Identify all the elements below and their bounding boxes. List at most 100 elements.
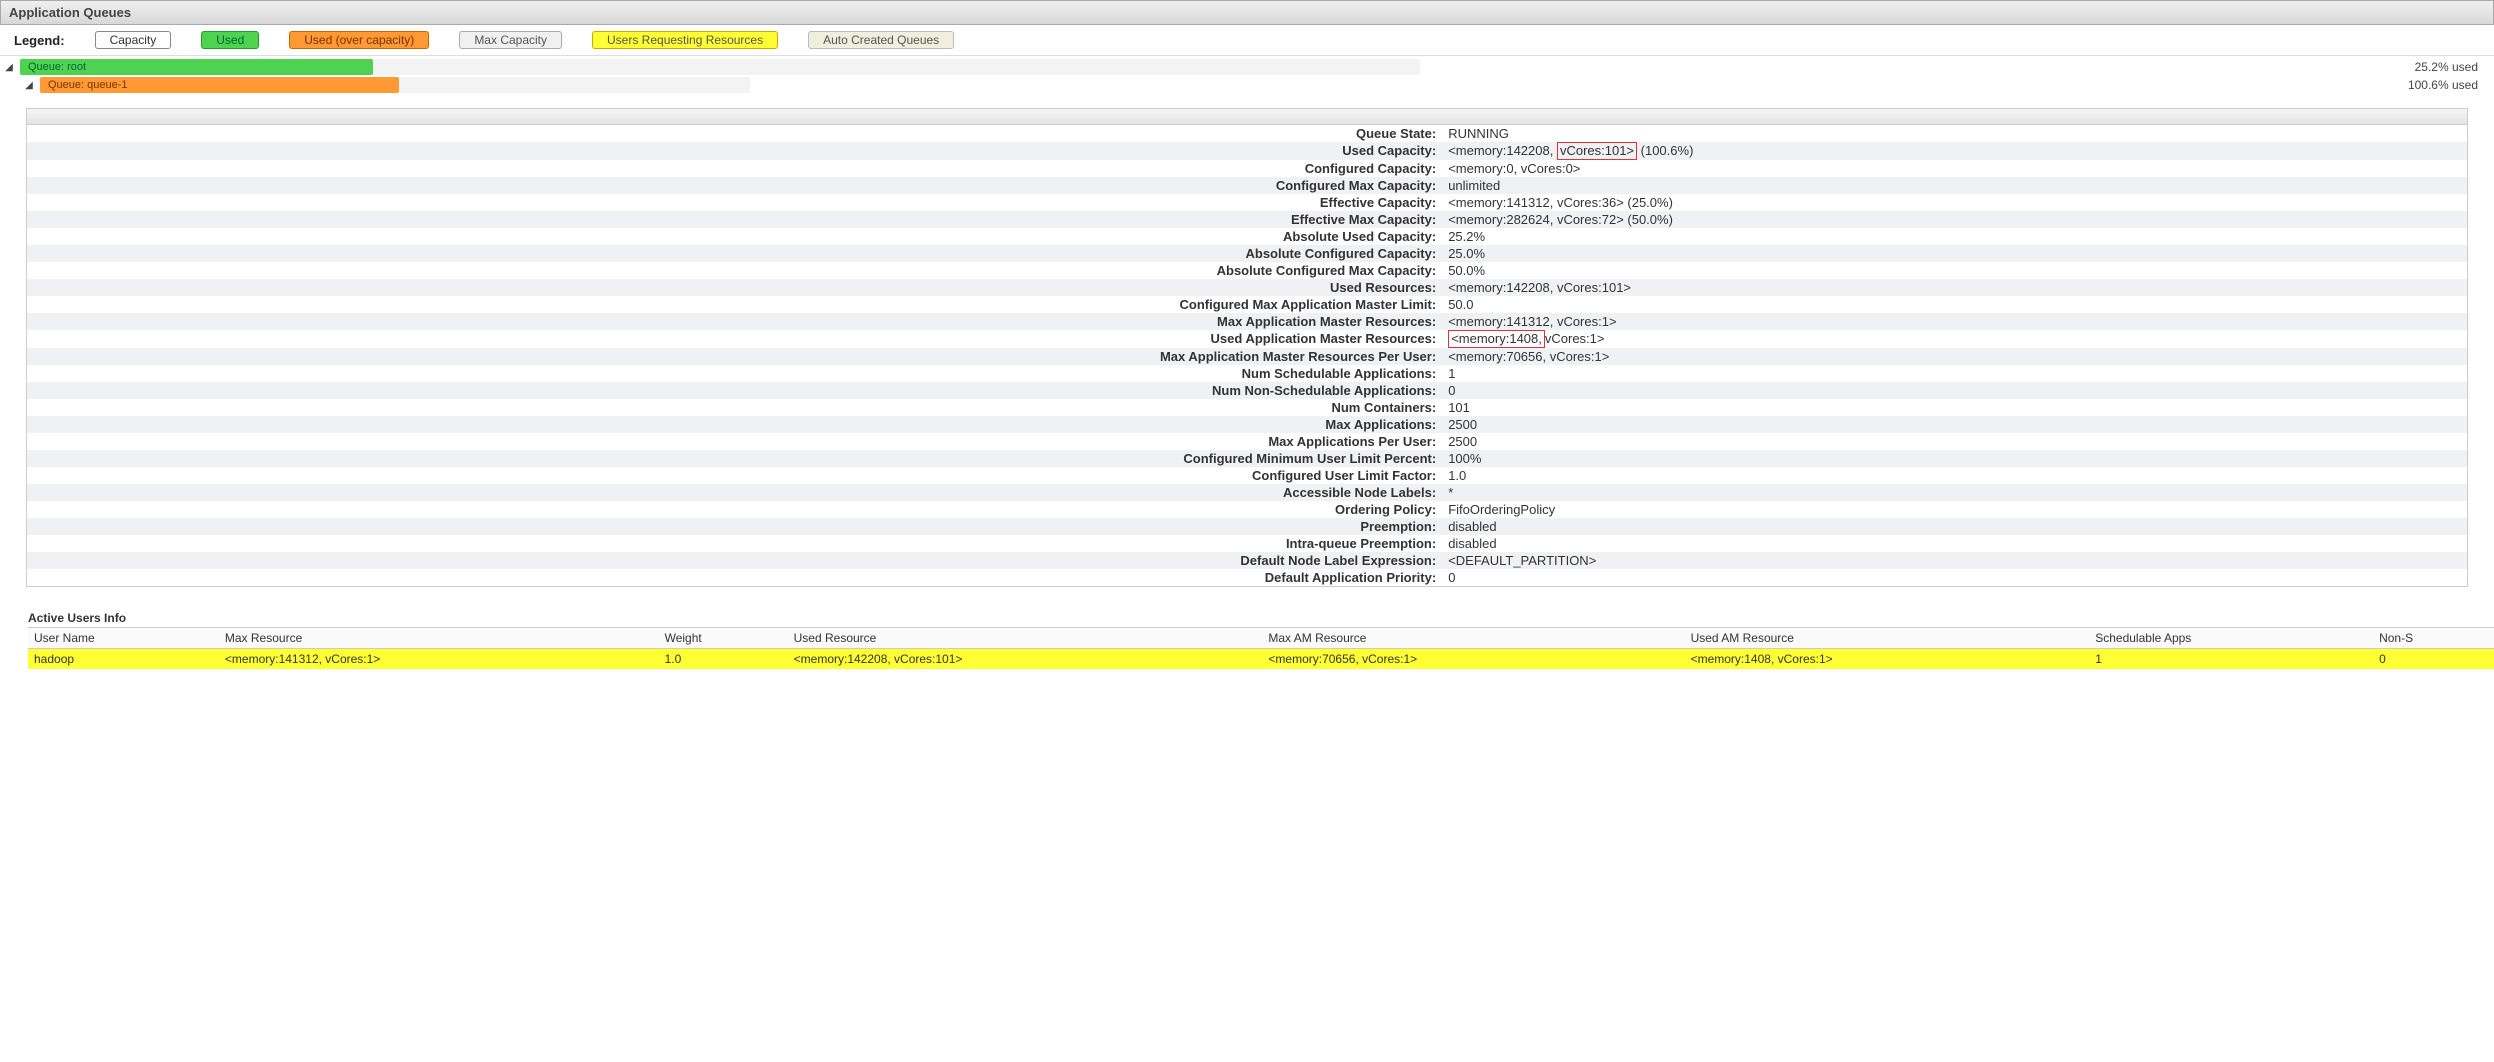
queue-bar-fill: Queue: root: [20, 59, 373, 75]
active-users-table: User NameMax ResourceWeightUsed Resource…: [28, 627, 2494, 669]
detail-value: <memory:142208, vCores:101>: [1442, 279, 2467, 296]
detail-row: Configured Minimum User Limit Percent:10…: [27, 450, 2467, 467]
legend-used-over: Used (over capacity): [289, 31, 429, 49]
queue-details-table: Queue State:RUNNINGUsed Capacity:<memory…: [27, 125, 2467, 586]
detail-row: Intra-queue Preemption:disabled: [27, 535, 2467, 552]
detail-value: 50.0: [1442, 296, 2467, 313]
detail-row: Effective Capacity:<memory:141312, vCore…: [27, 194, 2467, 211]
detail-key: Used Application Master Resources:: [27, 330, 1442, 348]
detail-row: Preemption:disabled: [27, 518, 2467, 535]
highlight-box: vCores:101>: [1557, 142, 1637, 160]
detail-key: Configured Capacity:: [27, 160, 1442, 177]
detail-key: Max Application Master Resources Per Use…: [27, 348, 1442, 365]
queue-row[interactable]: ◢Queue: queue-1100.6% used: [0, 76, 2494, 94]
detail-key: Num Schedulable Applications:: [27, 365, 1442, 382]
detail-value: 0: [1442, 569, 2467, 586]
highlight-box: <memory:1408,: [1448, 330, 1545, 348]
detail-value: <memory:0, vCores:0>: [1442, 160, 2467, 177]
detail-row: Max Application Master Resources:<memory…: [27, 313, 2467, 330]
detail-value: 100%: [1442, 450, 2467, 467]
detail-row: Used Capacity:<memory:142208, vCores:101…: [27, 142, 2467, 160]
detail-key: Default Application Priority:: [27, 569, 1442, 586]
queue-details-head: [27, 109, 2467, 125]
detail-value: 2500: [1442, 416, 2467, 433]
users-cell: 1.0: [659, 649, 788, 670]
detail-key: Num Containers:: [27, 399, 1442, 416]
detail-value: disabled: [1442, 518, 2467, 535]
detail-key: Configured Max Capacity:: [27, 177, 1442, 194]
detail-row: Default Application Priority:0: [27, 569, 2467, 586]
detail-row: Configured User Limit Factor:1.0: [27, 467, 2467, 484]
detail-row: Configured Max Application Master Limit:…: [27, 296, 2467, 313]
queue-row[interactable]: ◢ Queue: root 25.2% used: [0, 58, 2494, 76]
detail-row: Absolute Configured Max Capacity:50.0%: [27, 262, 2467, 279]
detail-row: Configured Capacity:<memory:0, vCores:0>: [27, 160, 2467, 177]
users-cell: 0: [2373, 649, 2494, 670]
detail-value: 1.0: [1442, 467, 2467, 484]
detail-key: Effective Max Capacity:: [27, 211, 1442, 228]
users-cell: <memory:142208, vCores:101>: [788, 649, 1263, 670]
detail-key: Used Capacity:: [27, 142, 1442, 160]
detail-key: Absolute Configured Max Capacity:: [27, 262, 1442, 279]
tree-toggle-icon[interactable]: ◢: [4, 62, 14, 73]
users-row[interactable]: hadoop<memory:141312, vCores:1>1.0<memor…: [28, 649, 2494, 670]
section-title: Application Queues: [9, 5, 131, 20]
detail-key: Max Applications Per User:: [27, 433, 1442, 450]
users-column-header[interactable]: Non-S: [2373, 628, 2494, 649]
detail-key: Default Node Label Expression:: [27, 552, 1442, 569]
users-column-header[interactable]: Max AM Resource: [1262, 628, 1684, 649]
detail-key: Preemption:: [27, 518, 1442, 535]
detail-key: Configured Minimum User Limit Percent:: [27, 450, 1442, 467]
users-column-header[interactable]: Weight: [659, 628, 788, 649]
detail-value: <memory:141312, vCores:36> (25.0%): [1442, 194, 2467, 211]
detail-row: Max Applications Per User:2500: [27, 433, 2467, 450]
tree-toggle-icon[interactable]: ◢: [24, 80, 34, 91]
detail-key: Absolute Configured Capacity:: [27, 245, 1442, 262]
detail-value: <memory:142208, vCores:101> (100.6%): [1442, 142, 2467, 160]
detail-row: Num Schedulable Applications:1: [27, 365, 2467, 382]
detail-row: Accessible Node Labels:*: [27, 484, 2467, 501]
detail-key: Used Resources:: [27, 279, 1442, 296]
users-column-header[interactable]: Schedulable Apps: [2089, 628, 2373, 649]
queue-details-panel: Queue State:RUNNINGUsed Capacity:<memory…: [26, 108, 2468, 587]
detail-value: <memory:141312, vCores:1>: [1442, 313, 2467, 330]
users-column-header[interactable]: Max Resource: [219, 628, 659, 649]
users-header-row: User NameMax ResourceWeightUsed Resource…: [28, 628, 2494, 649]
detail-key: Accessible Node Labels:: [27, 484, 1442, 501]
users-cell: <memory:141312, vCores:1>: [219, 649, 659, 670]
detail-value: *: [1442, 484, 2467, 501]
legend-max-capacity: Max Capacity: [459, 31, 562, 49]
queue-usage-text: 25.2% used: [2415, 60, 2490, 74]
detail-row: Max Applications:2500: [27, 416, 2467, 433]
detail-key: Absolute Used Capacity:: [27, 228, 1442, 245]
detail-row: Absolute Configured Capacity:25.0%: [27, 245, 2467, 262]
detail-key: Queue State:: [27, 125, 1442, 142]
queue-capacity-bar[interactable]: Queue: queue-1: [40, 77, 750, 93]
detail-row: Absolute Used Capacity:25.2%: [27, 228, 2467, 245]
detail-value: 0: [1442, 382, 2467, 399]
legend-users-requesting: Users Requesting Resources: [592, 31, 778, 49]
detail-row: Effective Max Capacity:<memory:282624, v…: [27, 211, 2467, 228]
users-cell: <memory:70656, vCores:1>: [1262, 649, 1684, 670]
detail-row: Default Node Label Expression:<DEFAULT_P…: [27, 552, 2467, 569]
detail-value: 50.0%: [1442, 262, 2467, 279]
detail-value: 2500: [1442, 433, 2467, 450]
detail-value: <memory:1408, vCores:1>: [1442, 330, 2467, 348]
detail-value: <memory:282624, vCores:72> (50.0%): [1442, 211, 2467, 228]
detail-value: 1: [1442, 365, 2467, 382]
queue-capacity-bar[interactable]: Queue: root: [20, 59, 1420, 75]
detail-value: unlimited: [1442, 177, 2467, 194]
detail-key: Max Applications:: [27, 416, 1442, 433]
detail-value: 25.2%: [1442, 228, 2467, 245]
legend-used: Used: [201, 31, 259, 49]
users-cell: hadoop: [28, 649, 219, 670]
users-column-header[interactable]: User Name: [28, 628, 219, 649]
detail-row: Num Non-Schedulable Applications:0: [27, 382, 2467, 399]
detail-value: <memory:70656, vCores:1>: [1442, 348, 2467, 365]
active-users-title: Active Users Info: [28, 611, 2494, 625]
detail-key: Intra-queue Preemption:: [27, 535, 1442, 552]
users-column-header[interactable]: Used AM Resource: [1685, 628, 2090, 649]
users-column-header[interactable]: Used Resource: [788, 628, 1263, 649]
detail-key: Max Application Master Resources:: [27, 313, 1442, 330]
detail-key: Num Non-Schedulable Applications:: [27, 382, 1442, 399]
